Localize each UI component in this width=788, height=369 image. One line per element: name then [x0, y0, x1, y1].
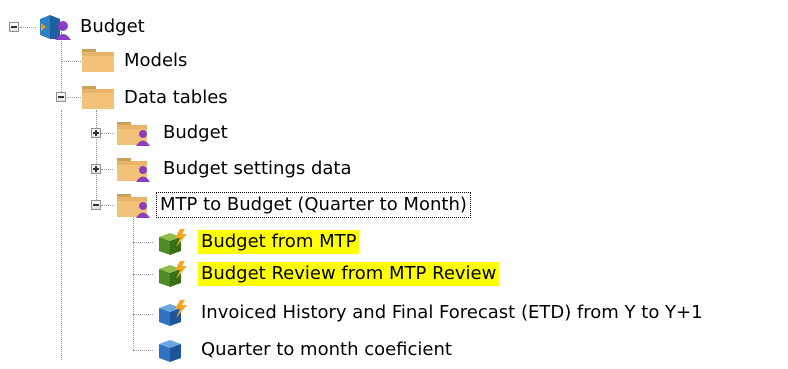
folder-icon: [82, 49, 114, 72]
tree-node-label: Budget from MTP: [198, 230, 360, 254]
tree-connector: [61, 110, 62, 360]
tree-node-label: Quarter to month coeficient: [201, 339, 452, 360]
cube-blue-icon: [159, 340, 181, 362]
folder-user-icon: [117, 122, 150, 146]
tree-connector: [61, 61, 81, 62]
tree-view: Budget Models Data tables Budget Budget …: [0, 0, 788, 369]
collapse-toggle[interactable]: [9, 22, 19, 32]
expand-toggle[interactable]: [91, 128, 101, 138]
tree-connector: [133, 350, 153, 351]
tree-node-label: Budget Review from MTP Review: [198, 262, 500, 286]
budget-cube-user-icon: [40, 15, 71, 40]
tree-connector: [67, 97, 81, 98]
folder-icon: [82, 86, 114, 109]
tree-connector: [101, 133, 113, 134]
expand-toggle[interactable]: [91, 164, 101, 174]
tree-node-label: Data tables: [124, 87, 228, 108]
cube-lightning-green-icon: [159, 229, 187, 255]
cube-lightning-blue-icon: [159, 300, 187, 326]
tree-node-label: Budget settings data: [163, 158, 352, 179]
tree-connector: [101, 169, 113, 170]
tree-connector: [133, 242, 153, 243]
tree-node-label: Budget: [80, 16, 145, 37]
collapse-toggle[interactable]: [56, 92, 66, 102]
folder-user-icon: [117, 194, 150, 218]
tree-connector: [96, 110, 97, 206]
tree-connector: [133, 314, 153, 315]
tree-connector: [133, 274, 153, 275]
cube-lightning-green-icon: [159, 261, 187, 287]
tree-node-label: Models: [124, 50, 188, 71]
folder-user-icon: [117, 158, 150, 182]
tree-node-label: MTP to Budget (Quarter to Month): [156, 192, 471, 218]
collapse-toggle[interactable]: [91, 200, 101, 210]
tree-connector: [133, 214, 134, 350]
tree-node-label: Invoiced History and Final Forecast (ETD…: [201, 302, 703, 323]
tree-connector: [101, 205, 113, 206]
tree-connector: [20, 27, 36, 28]
tree-node-label: Budget: [163, 122, 228, 143]
